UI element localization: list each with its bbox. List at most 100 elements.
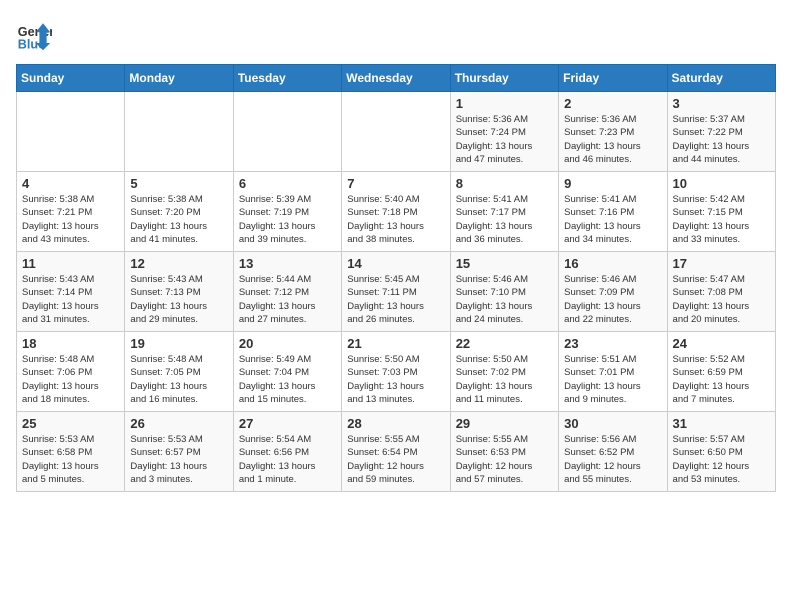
- calendar-body: 1Sunrise: 5:36 AM Sunset: 7:24 PM Daylig…: [17, 92, 776, 492]
- day-number: 25: [22, 416, 119, 431]
- day-info: Sunrise: 5:48 AM Sunset: 7:05 PM Dayligh…: [130, 353, 227, 406]
- day-number: 5: [130, 176, 227, 191]
- day-number: 6: [239, 176, 336, 191]
- calendar-cell: 19 Sunrise: 5:48 AM Sunset: 7:05 PM Dayli…: [125, 332, 233, 412]
- calendar-cell: 29Sunrise: 5:55 AM Sunset: 6:53 PM Dayli…: [450, 412, 558, 492]
- calendar-cell: 25 Sunrise: 5:53 AM Sunset: 6:58 PM Dayli…: [17, 412, 125, 492]
- day-info: Sunrise: 5:50 AM Sunset: 7:03 PM Dayligh…: [347, 353, 444, 406]
- day-info: Sunrise: 5:55 AM Sunset: 6:54 PM Dayligh…: [347, 433, 444, 486]
- calendar-cell: 22 Sunrise: 5:50 AM Sunset: 7:02 PM Dayli…: [450, 332, 558, 412]
- day-info: Sunrise: 5:48 AM Sunset: 7:06 PM Dayligh…: [22, 353, 119, 406]
- day-number: 19: [130, 336, 227, 351]
- day-info: Sunrise: 5:46 AM Sunset: 7:10 PM Dayligh…: [456, 273, 553, 326]
- header: General Blue: [16, 16, 776, 52]
- day-info: Sunrise: 5:43 AM Sunset: 7:14 PM Dayligh…: [22, 273, 119, 326]
- calendar-cell: 14 Sunrise: 5:45 AM Sunset: 7:11 PM Dayli…: [342, 252, 450, 332]
- day-info: Sunrise: 5:50 AM Sunset: 7:02 PM Dayligh…: [456, 353, 553, 406]
- day-number: 13: [239, 256, 336, 271]
- day-number: 14: [347, 256, 444, 271]
- calendar-cell: 17 Sunrise: 5:47 AM Sunset: 7:08 PM Dayli…: [667, 252, 775, 332]
- day-number: 21: [347, 336, 444, 351]
- calendar-cell: 10Sunrise: 5:42 AM Sunset: 7:15 PM Dayli…: [667, 172, 775, 252]
- day-info: Sunrise: 5:44 AM Sunset: 7:12 PM Dayligh…: [239, 273, 336, 326]
- calendar-cell: 2Sunrise: 5:36 AM Sunset: 7:23 PM Daylig…: [559, 92, 667, 172]
- calendar-cell: 23 Sunrise: 5:51 AM Sunset: 7:01 PM Dayli…: [559, 332, 667, 412]
- logo-icon: General Blue: [16, 16, 52, 52]
- day-info: Sunrise: 5:38 AM Sunset: 7:20 PM Dayligh…: [130, 193, 227, 246]
- day-number: 15: [456, 256, 553, 271]
- calendar-cell: 30Sunrise: 5:56 AM Sunset: 6:52 PM Dayli…: [559, 412, 667, 492]
- calendar-cell: 5 Sunrise: 5:38 AM Sunset: 7:20 PM Daylig…: [125, 172, 233, 252]
- calendar-cell: 3 Sunrise: 5:37 AM Sunset: 7:22 PM Daylig…: [667, 92, 775, 172]
- day-info: Sunrise: 5:39 AM Sunset: 7:19 PM Dayligh…: [239, 193, 336, 246]
- day-number: 22: [456, 336, 553, 351]
- day-info: Sunrise: 5:45 AM Sunset: 7:11 PM Dayligh…: [347, 273, 444, 326]
- calendar-cell: 7 Sunrise: 5:40 AM Sunset: 7:18 PM Daylig…: [342, 172, 450, 252]
- day-info: Sunrise: 5:37 AM Sunset: 7:22 PM Dayligh…: [673, 113, 770, 166]
- day-info: Sunrise: 5:53 AM Sunset: 6:58 PM Dayligh…: [22, 433, 119, 486]
- calendar-cell: 8Sunrise: 5:41 AM Sunset: 7:17 PM Daylig…: [450, 172, 558, 252]
- day-number: 2: [564, 96, 661, 111]
- day-info: Sunrise: 5:53 AM Sunset: 6:57 PM Dayligh…: [130, 433, 227, 486]
- calendar-cell: 18 Sunrise: 5:48 AM Sunset: 7:06 PM Dayli…: [17, 332, 125, 412]
- day-info: Sunrise: 5:36 AM Sunset: 7:24 PM Dayligh…: [456, 113, 553, 166]
- day-number: 31: [673, 416, 770, 431]
- day-number: 23: [564, 336, 661, 351]
- calendar-week-row: 4 Sunrise: 5:38 AM Sunset: 7:21 PM Daylig…: [17, 172, 776, 252]
- weekday-row: SundayMondayTuesdayWednesdayThursdayFrid…: [17, 65, 776, 92]
- calendar-cell: 31Sunrise: 5:57 AM Sunset: 6:50 PM Dayli…: [667, 412, 775, 492]
- calendar-cell: 16 Sunrise: 5:46 AM Sunset: 7:09 PM Dayli…: [559, 252, 667, 332]
- day-info: Sunrise: 5:41 AM Sunset: 7:16 PM Dayligh…: [564, 193, 661, 246]
- day-number: 24: [673, 336, 770, 351]
- day-info: Sunrise: 5:47 AM Sunset: 7:08 PM Dayligh…: [673, 273, 770, 326]
- day-number: 29: [456, 416, 553, 431]
- day-number: 11: [22, 256, 119, 271]
- calendar-cell: 24 Sunrise: 5:52 AM Sunset: 6:59 PM Dayli…: [667, 332, 775, 412]
- calendar-cell: 1Sunrise: 5:36 AM Sunset: 7:24 PM Daylig…: [450, 92, 558, 172]
- calendar-cell: 28 Sunrise: 5:55 AM Sunset: 6:54 PM Dayli…: [342, 412, 450, 492]
- day-number: 4: [22, 176, 119, 191]
- calendar-cell: [125, 92, 233, 172]
- day-number: 30: [564, 416, 661, 431]
- calendar-cell: 21 Sunrise: 5:50 AM Sunset: 7:03 PM Dayli…: [342, 332, 450, 412]
- calendar-cell: 27Sunrise: 5:54 AM Sunset: 6:56 PM Dayli…: [233, 412, 341, 492]
- calendar-cell: 15 Sunrise: 5:46 AM Sunset: 7:10 PM Dayli…: [450, 252, 558, 332]
- calendar-cell: 12 Sunrise: 5:43 AM Sunset: 7:13 PM Dayli…: [125, 252, 233, 332]
- day-number: 9: [564, 176, 661, 191]
- calendar-week-row: 11 Sunrise: 5:43 AM Sunset: 7:14 PM Dayli…: [17, 252, 776, 332]
- logo: General Blue: [16, 16, 56, 52]
- day-info: Sunrise: 5:54 AM Sunset: 6:56 PM Dayligh…: [239, 433, 336, 486]
- day-number: 26: [130, 416, 227, 431]
- day-info: Sunrise: 5:38 AM Sunset: 7:21 PM Dayligh…: [22, 193, 119, 246]
- calendar-cell: [233, 92, 341, 172]
- calendar-cell: [17, 92, 125, 172]
- day-info: Sunrise: 5:40 AM Sunset: 7:18 PM Dayligh…: [347, 193, 444, 246]
- calendar-table: SundayMondayTuesdayWednesdayThursdayFrid…: [16, 64, 776, 492]
- day-number: 18: [22, 336, 119, 351]
- calendar-cell: 4 Sunrise: 5:38 AM Sunset: 7:21 PM Daylig…: [17, 172, 125, 252]
- day-number: 12: [130, 256, 227, 271]
- day-number: 3: [673, 96, 770, 111]
- day-info: Sunrise: 5:46 AM Sunset: 7:09 PM Dayligh…: [564, 273, 661, 326]
- day-number: 7: [347, 176, 444, 191]
- calendar-cell: 11 Sunrise: 5:43 AM Sunset: 7:14 PM Dayli…: [17, 252, 125, 332]
- calendar-cell: [342, 92, 450, 172]
- day-info: Sunrise: 5:41 AM Sunset: 7:17 PM Dayligh…: [456, 193, 553, 246]
- weekday-header: Friday: [559, 65, 667, 92]
- weekday-header: Thursday: [450, 65, 558, 92]
- day-info: Sunrise: 5:51 AM Sunset: 7:01 PM Dayligh…: [564, 353, 661, 406]
- day-number: 28: [347, 416, 444, 431]
- calendar-cell: 13 Sunrise: 5:44 AM Sunset: 7:12 PM Dayli…: [233, 252, 341, 332]
- calendar-cell: 26 Sunrise: 5:53 AM Sunset: 6:57 PM Dayli…: [125, 412, 233, 492]
- day-number: 16: [564, 256, 661, 271]
- day-info: Sunrise: 5:52 AM Sunset: 6:59 PM Dayligh…: [673, 353, 770, 406]
- calendar-week-row: 25 Sunrise: 5:53 AM Sunset: 6:58 PM Dayli…: [17, 412, 776, 492]
- calendar-cell: 9 Sunrise: 5:41 AM Sunset: 7:16 PM Daylig…: [559, 172, 667, 252]
- weekday-header: Sunday: [17, 65, 125, 92]
- day-info: Sunrise: 5:43 AM Sunset: 7:13 PM Dayligh…: [130, 273, 227, 326]
- day-number: 17: [673, 256, 770, 271]
- day-info: Sunrise: 5:49 AM Sunset: 7:04 PM Dayligh…: [239, 353, 336, 406]
- weekday-header: Wednesday: [342, 65, 450, 92]
- weekday-header: Saturday: [667, 65, 775, 92]
- weekday-header: Tuesday: [233, 65, 341, 92]
